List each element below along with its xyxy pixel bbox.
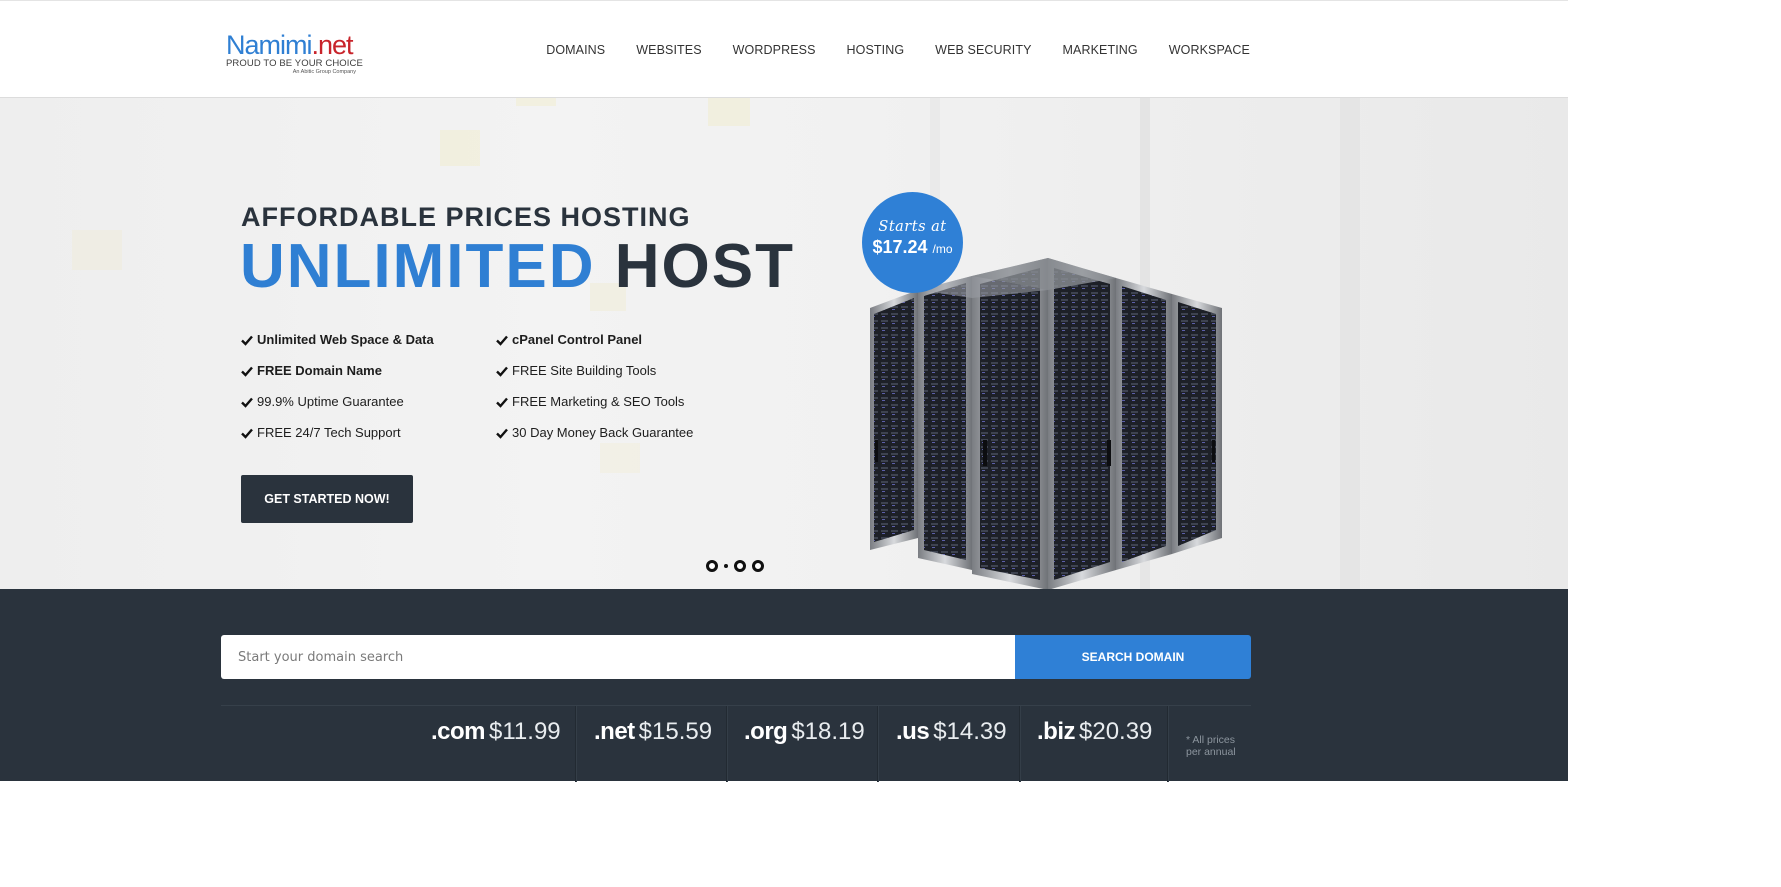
nav-item-web-security[interactable]: WEB SECURITY xyxy=(935,43,1031,57)
background-decoration xyxy=(600,443,640,473)
logo[interactable]: Namimi.net PROUD TO BE YOUR CHOICE An Ab… xyxy=(226,31,366,81)
background-decoration xyxy=(72,230,122,270)
check-icon xyxy=(496,366,508,377)
tld-price-item: .net $15.59 xyxy=(594,718,713,745)
hero-title: UNLIMITED HOST xyxy=(240,232,795,301)
feature-item: Unlimited Web Space & Data xyxy=(241,330,496,349)
logo-tagline: PROUD TO BE YOUR CHOICE xyxy=(226,58,363,69)
tld-price-item: .com $11.99 xyxy=(431,718,561,745)
feature-item: cPanel Control Panel xyxy=(496,330,751,349)
tld-price-list: .com $11.99 .net $15.59 .org $18.19 .us $14.… xyxy=(221,705,1251,782)
nav-item-hosting[interactable]: HOSTING xyxy=(847,43,905,57)
divider xyxy=(726,706,728,782)
background-decoration xyxy=(440,130,480,166)
feature-item: 99.9% Uptime Guarantee xyxy=(241,392,496,411)
slider-dot[interactable] xyxy=(734,560,746,572)
slider-dot[interactable] xyxy=(706,560,718,572)
nav-item-domains[interactable]: DOMAINS xyxy=(546,43,605,57)
divider xyxy=(1019,706,1021,782)
feature-item: FREE Marketing & SEO Tools xyxy=(496,392,751,411)
check-icon xyxy=(496,428,508,439)
main-nav: DOMAINS WEBSITES WORDPRESS HOSTING WEB S… xyxy=(515,43,1250,57)
domain-search-bar: SEARCH DOMAIN xyxy=(221,635,1251,679)
site-header: Namimi.net PROUD TO BE YOUR CHOICE An Ab… xyxy=(0,0,1568,98)
background-decoration xyxy=(516,98,556,106)
domain-search-input[interactable] xyxy=(221,635,1015,679)
feature-item: FREE 24/7 Tech Support xyxy=(241,423,496,442)
slider-dot[interactable] xyxy=(752,560,764,572)
search-domain-button[interactable]: SEARCH DOMAIN xyxy=(1015,635,1251,679)
price-badge: Starts at $17.24 /mo xyxy=(862,192,963,293)
check-icon xyxy=(241,335,253,346)
hero-slider: AFFORDABLE PRICES HOSTING UNLIMITED HOST… xyxy=(0,98,1568,589)
background-decoration xyxy=(708,98,750,126)
tld-price-item: .biz $20.39 xyxy=(1037,718,1153,745)
feature-list: Unlimited Web Space & Data cPanel Contro… xyxy=(241,330,761,442)
feature-item: FREE Site Building Tools xyxy=(496,361,751,380)
badge-price: $17.24 /mo xyxy=(872,237,953,257)
nav-item-websites[interactable]: WEBSITES xyxy=(636,43,701,57)
check-icon xyxy=(496,335,508,346)
get-started-button[interactable]: GET STARTED NOW! xyxy=(241,475,413,523)
feature-item: 30 Day Money Back Guarantee xyxy=(496,423,751,442)
nav-item-wordpress[interactable]: WORDPRESS xyxy=(733,43,816,57)
check-icon xyxy=(241,428,253,439)
logo-subline: An Abitic Group Company xyxy=(292,69,356,75)
check-icon xyxy=(241,397,253,408)
divider xyxy=(1167,706,1169,782)
background-decoration xyxy=(1340,98,1568,589)
badge-label: Starts at xyxy=(878,219,947,235)
divider xyxy=(575,706,577,782)
domain-search-section: SEARCH DOMAIN .com$11.99 .net$15.59 .org… xyxy=(0,589,1568,782)
feature-item: FREE Domain Name xyxy=(241,361,496,380)
hero-subtitle: AFFORDABLE PRICES HOSTING xyxy=(241,202,691,232)
tld-price-item: .org $18.19 xyxy=(744,718,865,745)
price-note: * All prices per annual xyxy=(1186,734,1236,758)
logo-wordmark: Namimi.net xyxy=(226,30,354,60)
nav-item-workspace[interactable]: WORKSPACE xyxy=(1169,43,1250,57)
slider-dot-active[interactable] xyxy=(724,564,728,568)
tld-price-item: .us $14.39 xyxy=(896,718,1007,745)
nav-item-marketing[interactable]: MARKETING xyxy=(1063,43,1138,57)
divider xyxy=(877,706,879,782)
check-icon xyxy=(241,366,253,377)
slider-pagination xyxy=(706,560,764,572)
check-icon xyxy=(496,397,508,408)
